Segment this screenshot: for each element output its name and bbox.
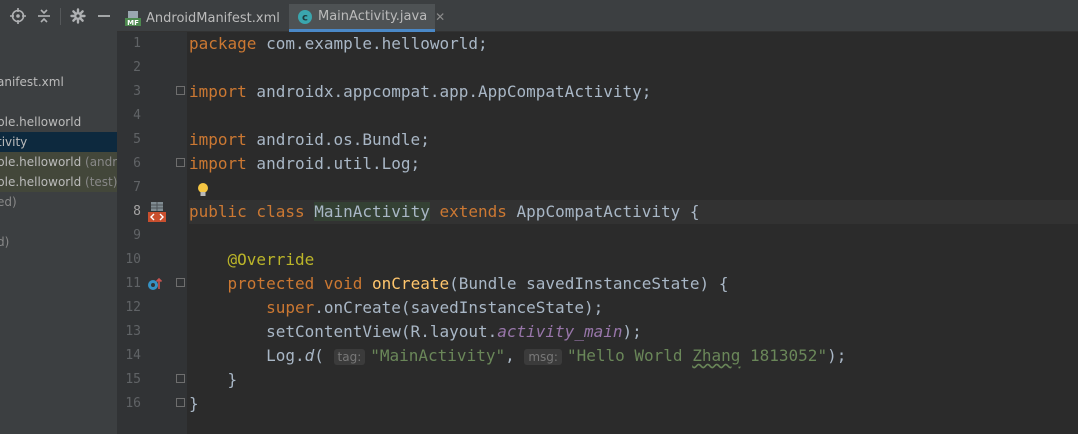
line-number: 7	[133, 180, 141, 195]
fold-marker[interactable]	[176, 278, 185, 287]
line-number: 3	[133, 84, 141, 99]
tree-item-label: ed)	[0, 195, 17, 209]
code-line: public class MainActivity extends AppCom…	[189, 202, 700, 221]
tree-item-label: d)	[0, 235, 10, 249]
line-number: 14	[125, 348, 141, 363]
collapse-all-icon[interactable]	[35, 7, 53, 25]
code-line: }	[189, 394, 199, 413]
editor-tabs: MF AndroidManifest.xml ✕ c MainActivity.…	[117, 0, 1078, 32]
tree-item-label: tivity	[0, 135, 28, 149]
code-line: }	[227, 370, 238, 389]
fold-marker[interactable]	[176, 398, 185, 407]
android-studio-window: anifest.xml ple.helloworld tivity ple.he…	[0, 0, 1078, 434]
line-number: 5	[133, 132, 141, 147]
java-class-icon: c	[297, 9, 313, 25]
code-area[interactable]: package com.example.helloworld; import a…	[189, 32, 1078, 434]
tree-item-detail: (andro	[85, 155, 117, 169]
override-method-icon[interactable]	[147, 276, 163, 296]
code-line: package com.example.helloworld;	[189, 34, 488, 53]
line-number: 8	[133, 204, 141, 219]
close-icon[interactable]: ✕	[435, 10, 445, 24]
tree-item-test-package[interactable]: ple.helloworld (test)	[0, 172, 117, 192]
tree-item-package[interactable]: ple.helloworld	[0, 112, 117, 132]
tree-item-label: anifest.xml	[0, 75, 64, 89]
code-line: import android.util.Log;	[189, 154, 421, 173]
code-line: Log.d( tag: "MainActivity", msg: "Hello Wo…	[266, 346, 847, 365]
class-name-usage: MainActivity	[314, 202, 430, 221]
line-number: 9	[133, 228, 141, 243]
fold-marker[interactable]	[176, 158, 185, 167]
locate-target-icon[interactable]	[9, 7, 27, 25]
svg-text:MF: MF	[127, 19, 139, 26]
tree-item-generated[interactable]: ed)	[0, 192, 117, 212]
tab-android-manifest[interactable]: MF AndroidManifest.xml ✕	[117, 4, 298, 32]
tree-item-label: ple.helloworld	[0, 155, 82, 169]
tree-item-main-activity[interactable]: tivity	[0, 132, 117, 152]
spelling-warning: Zhang	[692, 346, 741, 365]
minimize-icon[interactable]	[95, 7, 113, 25]
editor-gutter: 1 2 3 4 5 6 7 8 9 10 11 12 13 14 15 16	[117, 32, 187, 434]
tree-item-detail: (test)	[85, 175, 117, 189]
line-number: 1	[133, 36, 141, 51]
tree-item-label: ple.helloworld	[0, 115, 82, 129]
line-number: 10	[125, 252, 141, 267]
fold-marker[interactable]	[176, 374, 185, 383]
parameter-hint: tag:	[333, 349, 366, 365]
toolbar-divider	[60, 8, 61, 25]
tree-item-scripts[interactable]: d)	[0, 232, 117, 252]
code-line: @Override	[227, 250, 315, 269]
code-line: protected void onCreate(Bundle savedInst…	[227, 274, 729, 293]
line-number: 16	[125, 396, 141, 411]
tree-item-android-test-package[interactable]: ple.helloworld (andro	[0, 152, 117, 172]
line-number: 2	[133, 60, 141, 75]
tab-label: MainActivity.java	[318, 9, 428, 24]
line-number: 12	[125, 300, 141, 315]
project-toolbar	[0, 0, 117, 32]
tree-item-label: ple.helloworld	[0, 175, 82, 189]
line-number: 15	[125, 372, 141, 387]
line-number: 11	[125, 276, 141, 291]
parameter-hint: msg:	[524, 349, 562, 365]
manifest-file-icon: MF	[125, 10, 141, 26]
gear-icon[interactable]	[69, 7, 87, 25]
svg-text:c: c	[302, 12, 308, 23]
code-line: super.onCreate(savedInstanceState);	[266, 298, 604, 317]
layout-file-icon[interactable]	[148, 202, 166, 226]
line-number: 4	[133, 108, 141, 123]
line-number: 13	[125, 324, 141, 339]
code-line: import androidx.appcompat.app.AppCompatA…	[189, 82, 652, 101]
fold-marker[interactable]	[176, 86, 185, 95]
tree-item-manifest[interactable]: anifest.xml	[0, 72, 117, 92]
code-line: import android.os.Bundle;	[189, 130, 430, 149]
tab-label: AndroidManifest.xml	[146, 10, 280, 26]
code-line: setContentView(R.layout.activity_main);	[266, 322, 642, 341]
code-editor[interactable]: 1 2 3 4 5 6 7 8 9 10 11 12 13 14 15 16 p…	[117, 32, 1078, 434]
line-number: 6	[133, 156, 141, 171]
tab-main-activity[interactable]: c MainActivity.java ✕	[289, 4, 445, 32]
lightbulb-icon[interactable]	[197, 182, 209, 202]
project-panel: anifest.xml ple.helloworld tivity ple.he…	[0, 0, 117, 434]
